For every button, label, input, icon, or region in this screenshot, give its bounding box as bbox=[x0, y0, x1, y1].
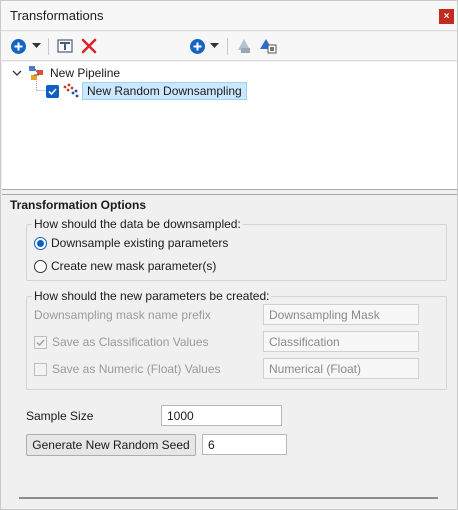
move-button[interactable] bbox=[236, 37, 252, 55]
rename-icon bbox=[57, 39, 73, 53]
mask-prefix-label-text: Downsampling mask name prefix bbox=[34, 308, 211, 322]
downsample-method-legend: How should the data be downsampled: bbox=[32, 217, 243, 231]
dropdown-arrow-icon bbox=[32, 43, 41, 48]
toolbar bbox=[1, 32, 457, 61]
checkbox-unchecked-icon[interactable] bbox=[34, 362, 47, 376]
radio-label: Create new mask parameter(s) bbox=[51, 259, 217, 273]
add-dropdown-button[interactable] bbox=[32, 37, 41, 55]
delete-button[interactable] bbox=[81, 37, 97, 55]
classification-label: Save as Classification Values bbox=[52, 335, 209, 349]
add-icon bbox=[11, 38, 26, 54]
classification-input[interactable]: Classification bbox=[263, 331, 419, 352]
horizontal-scrollbar[interactable] bbox=[19, 497, 438, 499]
pipeline-label: New Pipeline bbox=[50, 66, 121, 80]
expand-collapse-icon[interactable] bbox=[12, 68, 22, 78]
move-up-icon bbox=[238, 39, 250, 53]
pipeline-tree[interactable]: New Pipeline New Random Downsampling bbox=[2, 62, 457, 189]
new-parameters-legend: How should the new parameters be created… bbox=[32, 289, 272, 303]
radio-downsample-existing[interactable]: Downsample existing parameters bbox=[34, 236, 228, 250]
panel-splitter[interactable] bbox=[2, 189, 457, 195]
radio-selected-icon[interactable] bbox=[34, 236, 47, 250]
tree-item-pipeline[interactable]: New Pipeline bbox=[12, 64, 120, 82]
generate-seed-button[interactable]: Generate New Random Seed bbox=[26, 434, 196, 456]
seed-input[interactable]: 6 bbox=[202, 434, 287, 455]
options-title: Transformation Options bbox=[10, 198, 147, 212]
delete-icon bbox=[81, 38, 97, 54]
add-transformation-button[interactable] bbox=[10, 37, 27, 55]
radio-create-mask[interactable]: Create new mask parameter(s) bbox=[34, 259, 216, 273]
add-icon bbox=[190, 38, 205, 54]
classification-checkbox-row[interactable]: Save as Classification Values bbox=[34, 335, 209, 349]
radio-label: Downsample existing parameters bbox=[51, 236, 229, 250]
numeric-checkbox-row[interactable]: Save as Numeric (Float) Values bbox=[34, 362, 221, 376]
copy-button[interactable] bbox=[260, 37, 277, 55]
rename-button[interactable] bbox=[57, 37, 73, 55]
dropdown-arrow-icon bbox=[210, 43, 219, 48]
checkbox-checked-icon[interactable] bbox=[34, 335, 47, 349]
sample-size-input[interactable]: 1000 bbox=[161, 405, 282, 426]
toolbar-separator bbox=[48, 38, 49, 55]
pipeline-icon bbox=[29, 66, 43, 80]
mask-prefix-input[interactable]: Downsampling Mask bbox=[263, 304, 419, 325]
downsampling-icon bbox=[63, 83, 79, 98]
mask-prefix-label: Downsampling mask name prefix bbox=[34, 308, 211, 322]
radio-unselected-icon[interactable] bbox=[34, 259, 47, 273]
checkbox-checked-icon[interactable] bbox=[46, 84, 59, 98]
toolbar-separator bbox=[227, 38, 228, 55]
sample-size-label: Sample Size bbox=[26, 409, 94, 423]
window-title: Transformations bbox=[10, 8, 104, 23]
transformations-window: Transformations × New Pipeline New Rando… bbox=[0, 0, 458, 510]
numeric-input[interactable]: Numerical (Float) bbox=[263, 358, 419, 379]
numeric-label: Save as Numeric (Float) Values bbox=[52, 362, 221, 376]
add-pipeline-button[interactable] bbox=[189, 37, 206, 55]
random-downsampling-label[interactable]: New Random Downsampling bbox=[82, 82, 247, 100]
tree-item-random-downsampling[interactable]: New Random Downsampling bbox=[46, 82, 247, 100]
copy-icon bbox=[260, 39, 277, 54]
title-bar: Transformations × bbox=[1, 1, 457, 31]
close-button[interactable]: × bbox=[439, 9, 454, 24]
add-pipeline-dropdown-button[interactable] bbox=[210, 37, 219, 55]
